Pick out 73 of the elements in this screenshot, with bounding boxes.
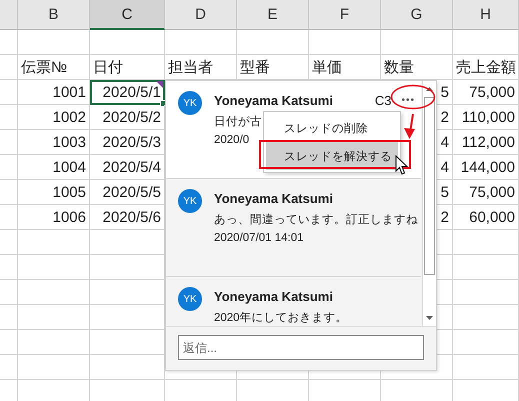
table-cell xyxy=(453,330,519,355)
avatar: YK xyxy=(178,91,202,115)
table-cell: 1005 xyxy=(18,180,90,205)
table-cell: 1004 xyxy=(18,155,90,180)
column-header[interactable]: F xyxy=(309,0,381,30)
table-cell xyxy=(309,30,381,55)
table-cell xyxy=(0,355,18,380)
table-cell xyxy=(0,255,18,280)
table-cell xyxy=(453,255,519,280)
column-header[interactable]: D xyxy=(165,0,237,30)
table-cell xyxy=(18,305,90,330)
table-cell: 60,000 xyxy=(453,205,519,230)
table-cell xyxy=(18,355,90,380)
scrollbar[interactable] xyxy=(422,81,436,326)
table-cell xyxy=(0,230,18,255)
table-cell xyxy=(0,280,18,305)
arrow-icon xyxy=(402,113,416,140)
table-cell xyxy=(237,30,309,55)
author-name: Yoneyama Katsumi xyxy=(214,190,334,206)
menu-item-label: スレッドの削除 xyxy=(284,122,368,136)
reply-field[interactable]: 返信... xyxy=(178,335,424,360)
menu-item[interactable]: スレッドを解決する xyxy=(266,142,398,170)
column-header[interactable]: G xyxy=(381,0,453,30)
table-cell xyxy=(18,280,90,305)
table-cell xyxy=(0,155,18,180)
table-cell: 1001 xyxy=(18,80,90,105)
table-cell xyxy=(453,305,519,330)
scrollbar-thumb[interactable] xyxy=(424,97,435,275)
table-cell xyxy=(453,355,519,380)
table-cell xyxy=(165,30,237,55)
table-cell: 75,000 xyxy=(453,80,519,105)
avatar: YK xyxy=(178,287,202,311)
table-cell xyxy=(0,55,18,80)
table-cell xyxy=(453,30,519,55)
table-cell xyxy=(453,230,519,255)
table-cell xyxy=(0,180,18,205)
comment-text: 2020年にしておきます。 xyxy=(214,310,348,325)
table-cell: 75,000 xyxy=(453,180,519,205)
table-cell: 売上金額 xyxy=(453,55,519,80)
author-name: Yoneyama Katsumi xyxy=(214,92,334,108)
table-cell xyxy=(0,205,18,230)
table-cell xyxy=(0,80,18,105)
comment-time: 2020/0 xyxy=(214,134,250,146)
column-header[interactable]: H xyxy=(453,0,519,30)
table-cell: 2020/5/1 xyxy=(90,80,165,105)
table-cell: 112,000 xyxy=(453,130,519,155)
comment-text: 日付が古 xyxy=(214,114,262,129)
comment-thread[interactable]: YK Yoneyama Katsumi あっ、間違っています。訂正しますね 2020/07/01 14:01 xyxy=(166,179,421,277)
table-cell xyxy=(381,30,453,55)
comment-time: 2020/07/01 14:01 xyxy=(214,232,304,244)
table-cell: 110,000 xyxy=(453,105,519,130)
avatar: YK xyxy=(178,189,202,213)
table-cell xyxy=(0,330,18,355)
table-cell: 伝票№ xyxy=(18,55,90,80)
table-cell: 1003 xyxy=(18,130,90,155)
highlight-ellipse xyxy=(390,84,436,110)
table-cell xyxy=(0,305,18,330)
column-header[interactable]: E xyxy=(237,0,309,30)
table-cell xyxy=(18,255,90,280)
table-cell xyxy=(18,30,90,55)
column-header[interactable]: B xyxy=(18,0,90,30)
table-cell xyxy=(18,230,90,255)
table-cell: 日付 xyxy=(90,55,165,80)
column-header[interactable]: C xyxy=(90,0,165,30)
author-name: Yoneyama Katsumi xyxy=(214,288,334,304)
table-cell: 1002 xyxy=(18,105,90,130)
table-cell xyxy=(0,105,18,130)
table-cell xyxy=(453,280,519,305)
table-cell: 144,000 xyxy=(453,155,519,180)
table-cell xyxy=(0,30,18,55)
table-cell xyxy=(0,130,18,155)
table-cell xyxy=(18,330,90,355)
table-cell: 1006 xyxy=(18,205,90,230)
